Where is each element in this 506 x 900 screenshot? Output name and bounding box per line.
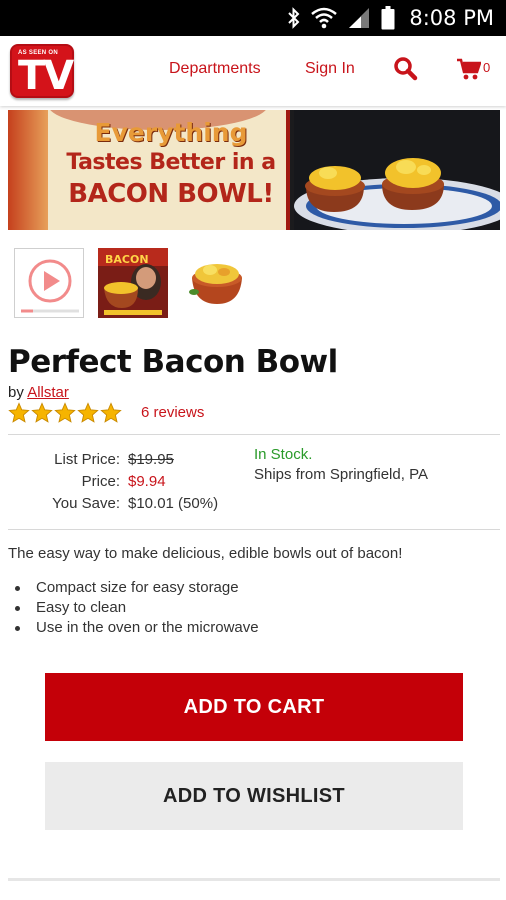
play-icon [21, 259, 79, 313]
as-seen-on-tv-logo[interactable]: AS SEEN ON TV [10, 44, 74, 98]
list-price-row: List Price: $19.95 [8, 448, 238, 470]
thumbnail-package[interactable]: BACON [98, 248, 168, 318]
feature-item: Easy to clean [15, 598, 259, 618]
brand-link[interactable]: Allstar [27, 384, 69, 401]
price-value: $9.94 [128, 472, 166, 490]
star-rating [8, 402, 122, 424]
battery-icon [381, 6, 395, 30]
logo-text: TV [18, 53, 74, 99]
ships-from: Ships from Springfield, PA [254, 466, 428, 483]
product-byline: by Allstar [8, 384, 69, 401]
app-header: AS SEEN ON TV Departments Sign In 0 [0, 36, 506, 106]
feature-list: Compact size for easy storage Easy to cl… [15, 578, 259, 638]
status-bar: 8:08 PM [0, 0, 506, 36]
bacon-bowl-photo [294, 110, 500, 230]
cart-icon [457, 58, 481, 80]
by-label: by [8, 384, 24, 401]
wifi-icon [311, 7, 338, 29]
bottom-divider [8, 878, 500, 881]
feature-item: Use in the oven or the microwave [15, 619, 259, 636]
package-label: BACON [105, 253, 149, 266]
reviews-link[interactable]: 6 reviews [141, 404, 204, 421]
package-image: BACON [98, 248, 168, 318]
signal-icon [349, 8, 370, 28]
savings-value: $10.01 (50%) [128, 494, 219, 512]
nav-departments-link[interactable]: Departments [169, 60, 261, 78]
price-row: Price: $9.94 [8, 470, 238, 492]
bluetooth-icon [288, 7, 300, 29]
cart-button[interactable]: 0 [457, 58, 490, 82]
price-label: Price: [81, 472, 120, 490]
star-icon [77, 402, 99, 423]
banner-line-2: Tastes Better in a [66, 150, 276, 175]
search-icon[interactable] [393, 56, 419, 82]
list-price-value: $19.95 [128, 450, 174, 468]
nav-sign-in-link[interactable]: Sign In [305, 60, 355, 78]
status-time: 8:08 PM [409, 6, 494, 30]
banner-line-1: Everything [94, 118, 248, 147]
star-icon [54, 402, 76, 423]
cart-count: 0 [483, 60, 491, 75]
status-icons: 8:08 PM [287, 0, 494, 36]
product-description: The easy way to make delicious, edible b… [8, 545, 403, 562]
thumbnail-bowl[interactable] [182, 248, 252, 318]
add-to-cart-button[interactable]: ADD TO CART [45, 673, 463, 741]
bowl-image [182, 248, 252, 318]
banner-stripe [8, 110, 48, 230]
banner-text-panel: Everything Tastes Better in a BACON BOWL… [8, 110, 290, 230]
star-icon [31, 402, 53, 423]
banner-headline: Everything Tastes Better in a BACON BOWL… [56, 118, 286, 210]
savings-label: You Save: [52, 494, 120, 512]
stock-status: In Stock. [254, 446, 313, 463]
banner-line-3: BACON BOWL! [68, 179, 274, 209]
savings-row: You Save: $10.01 (50%) [8, 492, 238, 514]
star-icon [8, 402, 30, 423]
divider [8, 529, 500, 530]
add-to-wishlist-button[interactable]: ADD TO WISHLIST [45, 762, 463, 830]
list-price-label: List Price: [54, 450, 120, 468]
feature-item: Compact size for easy storage [15, 578, 259, 598]
thumbnail-strip: BACON [14, 248, 252, 318]
price-table: List Price: $19.95 Price: $9.94 You Save… [8, 448, 238, 514]
star-icon [100, 402, 122, 423]
divider [8, 434, 500, 435]
product-title: Perfect Bacon Bowl [8, 344, 338, 380]
product-banner: Everything Tastes Better in a BACON BOWL… [8, 110, 500, 230]
thumbnail-video[interactable] [14, 248, 84, 318]
